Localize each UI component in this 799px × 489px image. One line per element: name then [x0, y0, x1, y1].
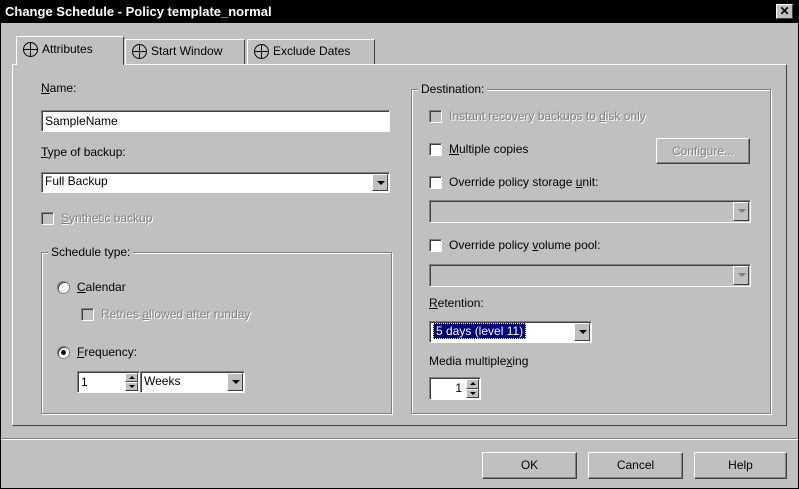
tab-attributes[interactable]: Attributes [16, 36, 124, 65]
divider [1, 438, 798, 440]
type-of-backup-select[interactable]: Full Backup [41, 172, 390, 193]
window-title: Change Schedule - Policy template_normal [5, 4, 272, 19]
tab-label: Exclude Dates [273, 44, 351, 58]
globe-icon [254, 44, 269, 59]
type-of-backup-label: Type of backup: [41, 145, 126, 159]
configure-button[interactable]: Configure... [656, 138, 750, 164]
globe-icon [23, 42, 38, 57]
chevron-down-icon[interactable] [733, 202, 749, 221]
retention-select[interactable]: 5 days (level 11) [429, 321, 592, 343]
synthetic-backup-label: Synthetic backup [61, 211, 153, 225]
frequency-stepper[interactable] [125, 373, 138, 391]
globe-icon [132, 44, 147, 59]
storage-unit-select[interactable] [429, 200, 751, 223]
chevron-down-icon[interactable] [227, 373, 243, 391]
frequency-label: Frequency: [77, 345, 138, 359]
tab-exclude-dates[interactable]: Exclude Dates [247, 39, 375, 64]
retention-value: 5 days (level 11) [433, 323, 527, 339]
spin-up-icon[interactable] [125, 373, 138, 382]
override-storage-unit-checkbox[interactable] [429, 176, 442, 189]
attributes-panel: Name: SampleName Type of backup: Full Ba… [12, 64, 787, 426]
media-multiplexing-stepper[interactable] [466, 379, 479, 398]
destination-title: Destination: [418, 82, 488, 96]
override-volume-pool-label: Override policy volume pool: [449, 238, 601, 252]
spin-up-icon[interactable] [466, 379, 479, 389]
override-volume-pool-checkbox[interactable] [429, 239, 442, 252]
media-multiplexing-input[interactable]: 1 [429, 377, 481, 400]
spin-down-icon[interactable] [125, 382, 138, 391]
frequency-input[interactable]: 1 [77, 371, 140, 393]
chevron-down-icon[interactable] [733, 266, 749, 285]
frequency-unit-select[interactable]: Weeks [140, 371, 245, 393]
calendar-radio[interactable] [57, 281, 70, 294]
help-button[interactable]: Help [694, 452, 787, 479]
retention-label: Retention: [429, 296, 484, 310]
name-input[interactable]: SampleName [41, 110, 390, 132]
synthetic-backup-checkbox[interactable] [41, 212, 54, 225]
tab-label: Attributes [42, 42, 93, 56]
retries-label: Retries allowed after runday [101, 307, 251, 321]
change-schedule-dialog: Change Schedule - Policy template_normal… [0, 0, 799, 489]
chevron-down-icon[interactable] [372, 174, 388, 191]
override-storage-unit-label: Override policy storage unit: [449, 175, 599, 189]
instant-recovery-label: Instant recovery backups to disk only [449, 109, 646, 123]
multiple-copies-checkbox[interactable] [429, 143, 442, 156]
tab-start-window[interactable]: Start Window [125, 39, 245, 64]
media-multiplexing-value: 1 [455, 381, 462, 395]
chevron-down-icon[interactable] [574, 323, 590, 341]
title-bar: Change Schedule - Policy template_normal… [1, 1, 798, 23]
spin-down-icon[interactable] [466, 388, 479, 398]
frequency-value: 1 [81, 375, 88, 389]
frequency-radio[interactable] [57, 346, 70, 359]
name-label: Name: [41, 81, 77, 95]
close-icon[interactable]: ✕ [776, 4, 793, 19]
volume-pool-select[interactable] [429, 264, 751, 287]
multiple-copies-label: Multiple copies [449, 142, 529, 156]
ok-button[interactable]: OK [482, 452, 577, 479]
retries-checkbox[interactable] [81, 308, 94, 321]
tab-label: Start Window [151, 44, 223, 58]
type-of-backup-value: Full Backup [45, 174, 108, 188]
frequency-unit-value: Weeks [144, 374, 181, 388]
schedule-type-title: Schedule type: [48, 245, 134, 259]
media-multiplexing-label: Media multiplexing [429, 354, 529, 368]
calendar-label: Calendar [77, 280, 126, 294]
cancel-button[interactable]: Cancel [588, 452, 683, 479]
instant-recovery-checkbox[interactable] [429, 110, 442, 123]
